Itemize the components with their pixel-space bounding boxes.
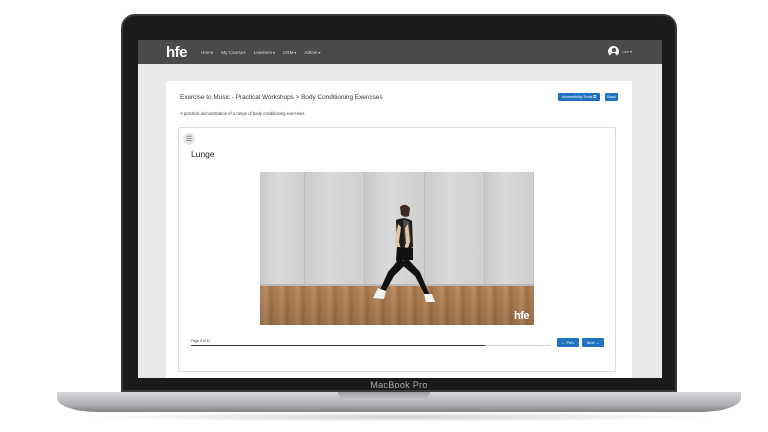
nav-item-home[interactable]: Home	[201, 50, 213, 55]
laptop-notch	[338, 392, 430, 400]
accessibility-tools-button[interactable]: Accessibility Tools ⧉	[558, 93, 600, 101]
chevron-down-icon: ▾	[318, 49, 321, 55]
nav-item-admin[interactable]: Admin▾	[304, 50, 320, 55]
nav-item-learners[interactable]: Learners▾	[254, 50, 275, 55]
page-progress-bar	[191, 345, 551, 346]
breadcrumb: Exercise to Music - Practical Workshops …	[180, 94, 383, 101]
nav-item-my-courses[interactable]: My Courses	[221, 50, 246, 55]
prev-button[interactable]: ← Prev	[557, 338, 579, 347]
chevron-down-icon: ▾	[294, 49, 297, 55]
top-navbar: hfe Home My Courses Learners▾ CRM▾ Admin…	[138, 40, 662, 64]
lesson-card: ☰ Lunge hfe Page 9 of 11 ← Prev Next →	[178, 127, 616, 372]
page-progress-fill	[191, 345, 486, 346]
laptop-brand-label: MacBook Pro	[370, 380, 428, 390]
user-avatar-icon	[608, 46, 620, 57]
back-button[interactable]: Back	[605, 93, 618, 101]
user-name: Lee ▾	[622, 49, 632, 54]
site-logo[interactable]: hfe	[166, 44, 188, 61]
user-menu[interactable]: Lee ▾	[608, 46, 632, 57]
exercise-video[interactable]: hfe	[260, 172, 534, 325]
next-button[interactable]: Next →	[582, 338, 604, 347]
page-progress-label: Page 9 of 11	[191, 339, 210, 343]
lesson-page: Exercise to Music - Practical Workshops …	[166, 81, 632, 378]
laptop-screen: hfe Home My Courses Learners▾ CRM▾ Admin…	[138, 40, 662, 378]
nav-item-crm[interactable]: CRM▾	[283, 50, 296, 55]
chevron-down-icon: ▾	[272, 49, 275, 55]
section-title: Lunge	[191, 149, 215, 159]
menu-icon[interactable]: ☰	[183, 133, 195, 145]
person-lunge-figure	[373, 204, 435, 302]
laptop-shadow	[80, 412, 720, 422]
video-watermark-logo: hfe	[514, 310, 530, 322]
page-description: A practical demonstration of a range of …	[180, 111, 306, 116]
